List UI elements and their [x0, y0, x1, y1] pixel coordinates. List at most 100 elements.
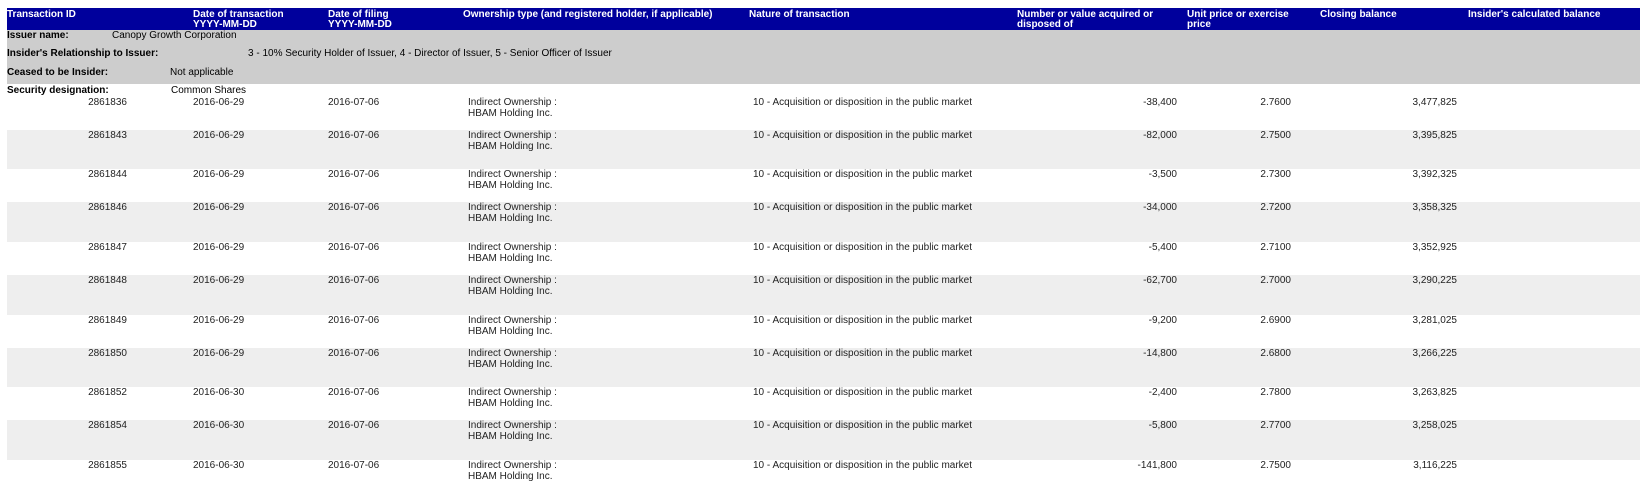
- cell-nature: 10 - Acquisition or disposition in the p…: [753, 315, 973, 326]
- cell-price: 2.7300: [1260, 169, 1291, 180]
- cell-nature: 10 - Acquisition or disposition in the p…: [753, 169, 973, 180]
- cell-id: 2861843: [88, 130, 127, 141]
- cell-closing: 3,266,225: [1412, 348, 1458, 359]
- cell-number: -2,400: [1148, 387, 1177, 398]
- cell-filing: 2016-07-06: [328, 169, 380, 180]
- cell-id: 2861854: [88, 420, 127, 431]
- cell-nature: 10 - Acquisition or disposition in the p…: [753, 275, 973, 286]
- table-row: 2861849 2016-06-29 2016-07-06 Indirect Owne…: [7, 315, 1640, 348]
- cell-ownership: Indirect Ownership : HBAM Holding Inc.: [468, 460, 728, 482]
- cell-id: 2861855: [88, 460, 127, 471]
- ownership-type: Indirect Ownership :: [468, 97, 557, 108]
- cell-price: 2.7700: [1260, 420, 1291, 431]
- cell-nature: 10 - Acquisition or disposition in the p…: [753, 130, 973, 141]
- ownership-type: Indirect Ownership :: [468, 169, 557, 180]
- transactions-table: 2861836 2016-06-29 2016-07-06 Indirect Owne…: [0, 0, 1640, 493]
- cell-number: -14,800: [1143, 348, 1177, 359]
- registered-holder: HBAM Holding Inc.: [468, 431, 553, 442]
- table-row: 2861846 2016-06-29 2016-07-06 Indirect Owne…: [7, 202, 1640, 242]
- table-row: 2861836 2016-06-29 2016-07-06 Indirect Owne…: [7, 97, 1640, 130]
- cell-price: 2.6900: [1260, 315, 1291, 326]
- cell-closing: 3,290,225: [1412, 275, 1458, 286]
- table-row: 2861843 2016-06-29 2016-07-06 Indirect Owne…: [7, 130, 1640, 169]
- cell-date: 2016-06-29: [193, 315, 245, 326]
- cell-filing: 2016-07-06: [328, 97, 380, 108]
- cell-number: -5,800: [1148, 420, 1177, 431]
- cell-closing: 3,258,025: [1412, 420, 1458, 431]
- table-row: 2861848 2016-06-29 2016-07-06 Indirect Owne…: [7, 275, 1640, 315]
- table-row: 2861854 2016-06-30 2016-07-06 Indirect Owne…: [7, 420, 1640, 460]
- cell-nature: 10 - Acquisition or disposition in the p…: [753, 242, 973, 253]
- cell-date: 2016-06-30: [193, 420, 245, 431]
- cell-date: 2016-06-29: [193, 348, 245, 359]
- cell-closing: 3,395,825: [1412, 130, 1458, 141]
- cell-ownership: Indirect Ownership : HBAM Holding Inc.: [468, 169, 728, 191]
- cell-nature: 10 - Acquisition or disposition in the p…: [753, 202, 973, 213]
- ownership-type: Indirect Ownership :: [468, 420, 557, 431]
- cell-filing: 2016-07-06: [328, 130, 380, 141]
- cell-date: 2016-06-29: [193, 169, 245, 180]
- cell-number: -5,400: [1148, 242, 1177, 253]
- cell-number: -82,000: [1143, 130, 1177, 141]
- cell-ownership: Indirect Ownership : HBAM Holding Inc.: [468, 242, 728, 264]
- cell-filing: 2016-07-06: [328, 202, 380, 213]
- cell-ownership: Indirect Ownership : HBAM Holding Inc.: [468, 315, 728, 337]
- ownership-type: Indirect Ownership :: [468, 242, 557, 253]
- cell-nature: 10 - Acquisition or disposition in the p…: [753, 460, 973, 471]
- ownership-type: Indirect Ownership :: [468, 202, 557, 213]
- ownership-type: Indirect Ownership :: [468, 275, 557, 286]
- cell-date: 2016-06-29: [193, 242, 245, 253]
- cell-ownership: Indirect Ownership : HBAM Holding Inc.: [468, 387, 728, 409]
- cell-id: 2861848: [88, 275, 127, 286]
- cell-nature: 10 - Acquisition or disposition in the p…: [753, 420, 973, 431]
- cell-id: 2861847: [88, 242, 127, 253]
- registered-holder: HBAM Holding Inc.: [468, 471, 553, 482]
- cell-nature: 10 - Acquisition or disposition in the p…: [753, 387, 973, 398]
- cell-id: 2861850: [88, 348, 127, 359]
- cell-ownership: Indirect Ownership : HBAM Holding Inc.: [468, 97, 728, 119]
- table-row: 2861847 2016-06-29 2016-07-06 Indirect Owne…: [7, 242, 1640, 275]
- cell-date: 2016-06-29: [193, 97, 245, 108]
- ownership-type: Indirect Ownership :: [468, 348, 557, 359]
- table-row: 2861844 2016-06-29 2016-07-06 Indirect Owne…: [7, 169, 1640, 202]
- cell-filing: 2016-07-06: [328, 420, 380, 431]
- cell-filing: 2016-07-06: [328, 242, 380, 253]
- cell-ownership: Indirect Ownership : HBAM Holding Inc.: [468, 348, 728, 370]
- cell-closing: 3,116,225: [1413, 460, 1457, 471]
- registered-holder: HBAM Holding Inc.: [468, 180, 553, 191]
- registered-holder: HBAM Holding Inc.: [468, 398, 553, 409]
- cell-number: -9,200: [1148, 315, 1177, 326]
- registered-holder: HBAM Holding Inc.: [468, 141, 553, 152]
- cell-closing: 3,392,325: [1412, 169, 1458, 180]
- registered-holder: HBAM Holding Inc.: [468, 326, 553, 337]
- ownership-type: Indirect Ownership :: [468, 130, 557, 141]
- cell-price: 2.7000: [1260, 275, 1291, 286]
- cell-closing: 3,281,025: [1412, 315, 1458, 326]
- cell-number: -141,800: [1137, 460, 1177, 471]
- cell-closing: 3,352,925: [1412, 242, 1458, 253]
- registered-holder: HBAM Holding Inc.: [468, 253, 553, 264]
- cell-price: 2.7500: [1260, 130, 1291, 141]
- cell-filing: 2016-07-06: [328, 387, 380, 398]
- ownership-type: Indirect Ownership :: [468, 315, 557, 326]
- cell-filing: 2016-07-06: [328, 275, 380, 286]
- cell-price: 2.7600: [1260, 97, 1291, 108]
- cell-date: 2016-06-29: [193, 202, 245, 213]
- cell-closing: 3,477,825: [1412, 97, 1458, 108]
- cell-ownership: Indirect Ownership : HBAM Holding Inc.: [468, 275, 728, 297]
- cell-filing: 2016-07-06: [328, 460, 380, 471]
- registered-holder: HBAM Holding Inc.: [468, 108, 553, 119]
- cell-id: 2861849: [88, 315, 127, 326]
- cell-price: 2.7200: [1260, 202, 1291, 213]
- cell-date: 2016-06-30: [193, 387, 245, 398]
- cell-nature: 10 - Acquisition or disposition in the p…: [753, 97, 973, 108]
- cell-id: 2861846: [88, 202, 127, 213]
- table-row: 2861852 2016-06-30 2016-07-06 Indirect Owne…: [7, 387, 1640, 420]
- cell-date: 2016-06-29: [193, 130, 245, 141]
- cell-ownership: Indirect Ownership : HBAM Holding Inc.: [468, 130, 728, 152]
- table-row: 2861850 2016-06-29 2016-07-06 Indirect Owne…: [7, 348, 1640, 387]
- table-row: 2861855 2016-06-30 2016-07-06 Indirect Owne…: [7, 460, 1640, 493]
- cell-id: 2861836: [88, 97, 127, 108]
- cell-date: 2016-06-30: [193, 460, 245, 471]
- cell-ownership: Indirect Ownership : HBAM Holding Inc.: [468, 202, 728, 224]
